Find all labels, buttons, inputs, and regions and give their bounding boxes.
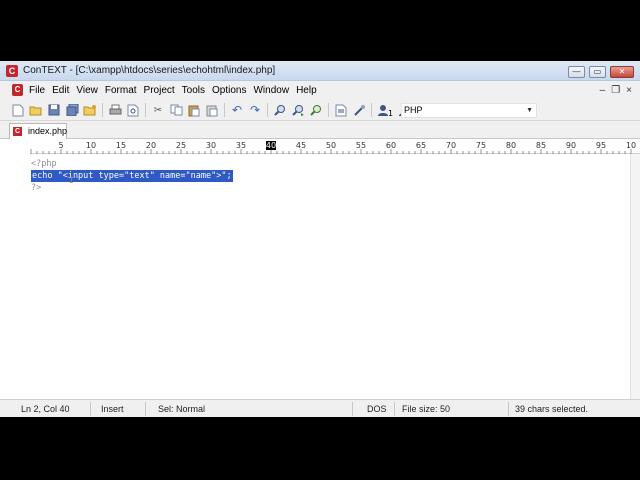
menu-file[interactable]: File [29,85,45,96]
status-file-size: File size: 50 [402,404,451,414]
application-window: C ConTEXT - [C:\xampp\htdocs\series\echo… [0,61,640,417]
ruler-label: 90 [566,141,576,150]
maximize-button[interactable]: ▭ [589,66,606,78]
toolbar-separator [224,103,225,117]
svg-text:1: 1 [388,109,393,117]
ruler-label: 5 [58,141,63,150]
ruler-label: 50 [326,141,336,150]
menu-bar: C File Edit View Format Project Tools Op… [0,81,640,100]
tab-label: index.php [28,126,68,136]
code-editor[interactable]: <?php echo "<input type="text" name="nam… [0,154,630,417]
highlighter-select[interactable]: PHP ▼ [401,103,537,118]
status-insert-mode: Insert [101,404,124,414]
tools-icon[interactable] [351,103,367,117]
menu-tools[interactable]: Tools [182,85,205,96]
undo-icon[interactable]: ↶ [229,103,245,117]
find-icon[interactable] [272,103,288,117]
ruler-label: 15 [116,141,126,150]
close-button[interactable]: ✕ [610,66,634,78]
save-all-icon[interactable] [64,103,80,117]
highlighter-value: PHP [404,105,423,115]
ruler-label: 95 [596,141,606,150]
print-preview-icon[interactable] [125,103,141,117]
menu-options[interactable]: Options [212,85,246,96]
ruler-label: 30 [206,141,216,150]
toolbar-separator [267,103,268,117]
ruler-label: 75 [476,141,486,150]
status-selected-chars: 39 chars selected. [515,404,589,414]
ruler-label: 80 [506,141,516,150]
mouse-ibeam-cursor: I [69,176,74,185]
vertical-scrollbar[interactable] [630,154,640,417]
menu-format[interactable]: Format [105,85,137,96]
paste-icon[interactable] [186,103,202,117]
export-icon[interactable] [333,103,349,117]
toolbar-separator [328,103,329,117]
code-line-3[interactable]: ?> [31,182,41,194]
cut-icon[interactable]: ✂ [150,103,166,117]
menu-edit[interactable]: Edit [52,85,69,96]
open-file-icon[interactable] [28,103,44,117]
replace-icon[interactable] [308,103,324,117]
title-bar[interactable]: C ConTEXT - [C:\xampp\htdocs\series\echo… [0,61,640,81]
ruler-label: 10 [626,141,636,150]
ruler-label: 45 [296,141,306,150]
toolbar-separator [145,103,146,117]
menu-project[interactable]: Project [144,85,175,96]
minimize-button[interactable]: — [568,66,585,78]
ruler-label: 60 [386,141,396,150]
ruler-label: 40 [266,141,276,150]
ruler-label: 10 [86,141,96,150]
new-file-icon[interactable] [10,103,26,117]
toolbar: ✂ ↶ ↷ 1 2 3 4 PHP ▼ [0,100,640,121]
menu-view[interactable]: View [76,85,98,96]
menu-help[interactable]: Help [296,85,317,96]
php-file-icon: C [13,127,22,136]
ruler-label: 55 [356,141,366,150]
document-minimize-button[interactable]: – [600,85,606,96]
document-close-button[interactable]: × [626,85,632,96]
document-menu-icon[interactable]: C [12,84,23,96]
document-restore-button[interactable]: ❐ [611,85,620,96]
chevron-down-icon: ▼ [526,107,533,114]
user-command-1-icon[interactable]: 1 [376,103,395,117]
status-line-endings: DOS [367,404,387,414]
ruler-scale: 5 10 15 20 25 30 35 40 45 50 55 60 65 70 75 80 85 90 95 10 [30,141,636,154]
menu-window[interactable]: Window [253,85,289,96]
save-icon[interactable] [46,103,62,117]
status-bar: Ln 2, Col 40 Insert Sel: Normal DOS File… [0,399,640,417]
tab-index-php[interactable]: C index.php [9,123,67,139]
find-next-icon[interactable] [290,103,306,117]
ruler: 5 10 15 20 25 30 35 40 45 50 55 60 65 70 75 80 85 90 95 10 [30,140,640,154]
ruler-label: 25 [176,141,186,150]
ruler-label: 20 [146,141,156,150]
status-selection-mode: Sel: Normal [158,404,206,414]
document-tab-bar: C index.php [0,121,640,139]
ruler-label: 35 [236,141,246,150]
print-icon[interactable] [107,103,123,117]
code-line-1[interactable]: <?php [31,158,57,170]
code-line-2-selected[interactable]: echo "<input type="text" name="name">"; [31,170,233,182]
toolbar-separator [102,103,103,117]
ruler-label: 70 [446,141,456,150]
toolbar-separator [371,103,372,117]
redo-icon[interactable]: ↷ [247,103,263,117]
status-cursor-position: Ln 2, Col 40 [21,404,70,414]
context-app-icon[interactable]: C [6,65,18,77]
paste-special-icon[interactable] [204,103,220,117]
copy-icon[interactable] [168,103,184,117]
ruler-label: 85 [536,141,546,150]
open-folder-icon[interactable] [82,103,98,117]
window-title: ConTEXT - [C:\xampp\htdocs\series\echoht… [23,65,276,76]
ruler-label: 65 [416,141,426,150]
